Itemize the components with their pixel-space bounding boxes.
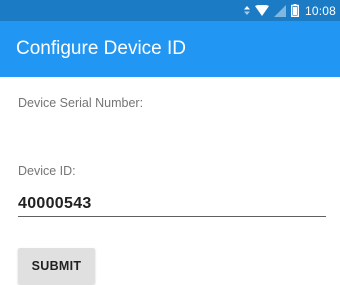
device-id-input[interactable] [18,191,326,217]
device-id-label: Device ID: [18,164,76,178]
device-serial-number-label: Device Serial Number: [18,96,144,110]
wifi-icon [254,5,269,16]
submit-button[interactable]: SUBMIT [18,248,95,284]
data-arrows-icon [243,6,250,15]
no-sim-icon [273,4,286,17]
status-bar: 10:08 [0,0,340,21]
page-title: Configure Device ID [16,38,187,59]
status-time: 10:08 [304,3,336,18]
battery-icon [290,4,299,17]
app-bar: Configure Device ID [0,21,340,77]
